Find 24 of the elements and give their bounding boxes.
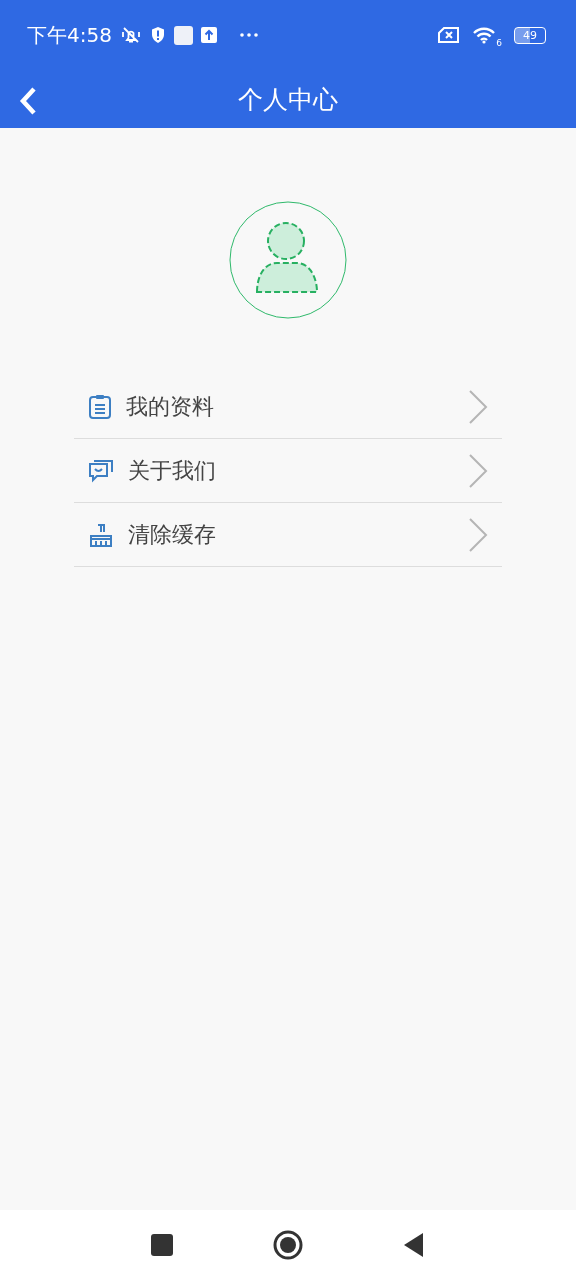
- broom-icon: [88, 521, 114, 548]
- upload-icon: [200, 27, 217, 43]
- menu-item[interactable]: 我的资料: [74, 375, 502, 439]
- wifi-generation-label: 6: [496, 38, 502, 48]
- chevron-right-icon: [468, 452, 488, 489]
- avatar-icon: [228, 200, 348, 320]
- square-icon: [173, 25, 193, 45]
- wifi-icon: [472, 26, 496, 44]
- recent-apps-icon[interactable]: [151, 1234, 173, 1256]
- back-nav-icon[interactable]: [403, 1232, 425, 1258]
- menu-item[interactable]: 关于我们: [74, 439, 502, 503]
- more-icon: [238, 32, 259, 38]
- chevron-right-icon: [468, 388, 488, 425]
- chat-icon: [88, 458, 114, 483]
- bell-off-icon: [119, 25, 142, 45]
- page-title: 个人中心: [238, 83, 338, 116]
- home-icon[interactable]: [273, 1230, 303, 1260]
- battery-indicator: 49: [514, 26, 546, 44]
- shield-icon: [149, 26, 166, 44]
- status-time: 下午4:58: [27, 21, 112, 49]
- clipboard-icon: [88, 393, 112, 420]
- chevron-right-icon: [468, 516, 488, 553]
- menu-item[interactable]: 清除缓存: [74, 503, 502, 567]
- sim-error-icon: [438, 27, 460, 43]
